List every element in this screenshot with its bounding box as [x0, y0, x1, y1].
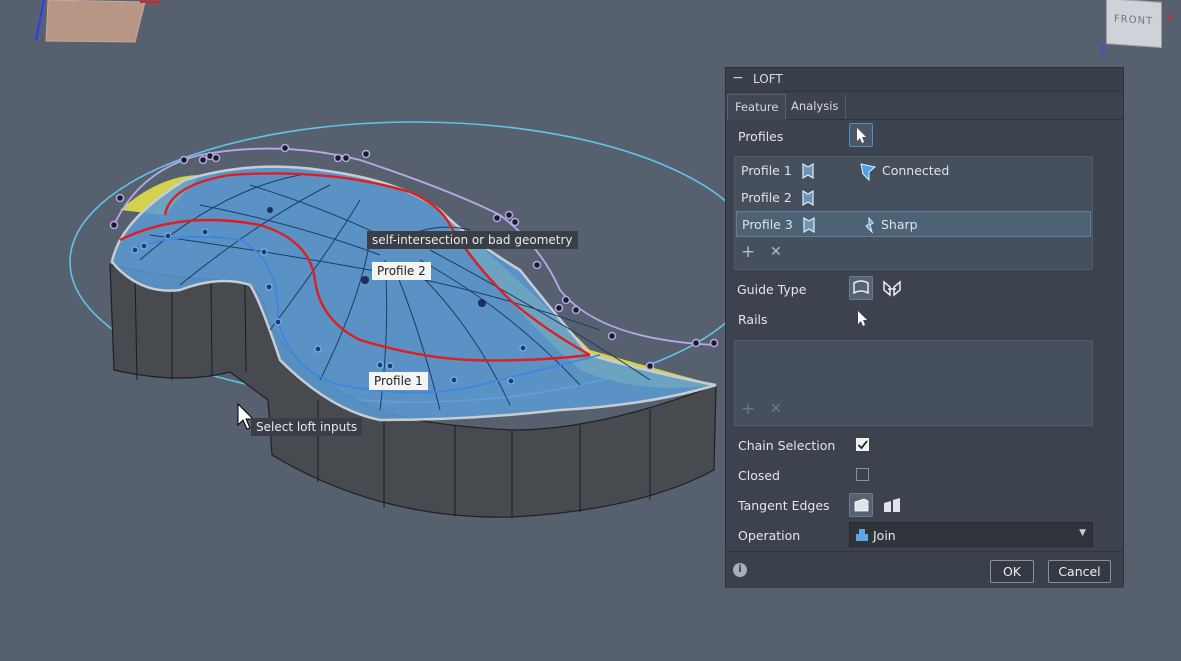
rails-select-button[interactable] [852, 308, 874, 333]
profile-condition: Sharp [881, 217, 918, 232]
point-selection-icon[interactable] [798, 188, 818, 208]
guide-type-rails-button[interactable] [849, 276, 873, 300]
remove-profile-button[interactable]: ✕ [770, 244, 782, 260]
centerline-guide-icon [883, 280, 901, 297]
profiles-select-button[interactable] [849, 123, 873, 147]
connected-icon[interactable] [859, 160, 879, 182]
rails-guide-icon [853, 280, 869, 295]
dialog-footer: i OK Cancel [726, 551, 1123, 588]
join-icon [856, 529, 868, 541]
profile-row-3[interactable]: Profile 3 Sharp [736, 211, 1091, 237]
profiles-label: Profiles [738, 129, 784, 144]
dialog-title: LOFT [753, 72, 783, 86]
cursor-hint-tooltip: Select loft inputs [251, 418, 363, 436]
merge-tangent-icon [854, 498, 869, 512]
tangent-edges-label: Tangent Edges [738, 498, 830, 513]
profile-row-1[interactable]: Profile 1 Connected [736, 158, 1091, 184]
ok-button[interactable]: OK [990, 560, 1034, 583]
add-rail-button[interactable]: + [741, 399, 755, 419]
chevron-down-icon: ▼ [1079, 528, 1086, 538]
minimize-button[interactable]: − [732, 70, 744, 86]
tab-feature[interactable]: Feature [727, 94, 787, 120]
origin-plane [45, 0, 146, 43]
tangent-edges-merge-button[interactable] [849, 493, 873, 517]
profile-row-label: Profile 3 [742, 217, 793, 232]
loft-dialog: − LOFT Feature Analysis Profiles Profile… [725, 67, 1124, 588]
profile-row-label: Profile 2 [741, 190, 792, 205]
closed-checkbox[interactable] [856, 468, 869, 481]
profile-row-2[interactable]: Profile 2 [736, 185, 1091, 211]
dialog-header: − LOFT [726, 68, 1123, 92]
sharp-icon[interactable] [860, 214, 880, 236]
profile-1-tag[interactable]: Profile 1 [369, 372, 428, 390]
tab-analysis[interactable]: Analysis [784, 94, 847, 119]
dialog-tabs: Feature Analysis [726, 92, 1123, 120]
chain-selection-label: Chain Selection [738, 438, 836, 453]
viewcube-face-label: FRONT [1114, 13, 1154, 28]
rails-list: + ✕ [734, 340, 1093, 426]
operation-label: Operation [738, 528, 801, 543]
remove-rail-button[interactable]: ✕ [770, 401, 782, 417]
error-tooltip: self-intersection or bad geometry [367, 231, 578, 249]
closed-label: Closed [738, 468, 780, 483]
profile-row-label: Profile 1 [741, 163, 792, 178]
info-glyph: i [738, 564, 742, 575]
chain-selection-checkbox[interactable] [856, 438, 869, 451]
profile-2-tag[interactable]: Profile 2 [372, 262, 431, 280]
guide-type-label: Guide Type [737, 282, 807, 297]
guide-type-centerline-button[interactable] [881, 278, 903, 303]
tangent-edges-keep-button[interactable] [881, 495, 903, 520]
viewcube-z-label: Z [1099, 43, 1107, 56]
add-profile-button[interactable]: + [741, 242, 755, 262]
operation-select[interactable]: Join ▼ [849, 522, 1093, 547]
pointer-icon [858, 311, 867, 326]
cancel-button[interactable]: Cancel [1048, 560, 1111, 583]
point-selection-icon[interactable] [798, 161, 818, 181]
info-icon[interactable]: i [733, 563, 747, 577]
profiles-list: Profile 1 Connected Profile 2 Profile 3 … [734, 156, 1093, 270]
pointer-icon [857, 128, 866, 143]
checkmark-icon [857, 440, 868, 450]
rails-label: Rails [738, 312, 768, 327]
viewcube[interactable]: FRONT [1106, 0, 1162, 48]
profile-condition: Connected [882, 163, 950, 178]
keep-tangent-icon [884, 498, 900, 512]
z-axis-line [35, 0, 45, 41]
point-selection-icon[interactable] [799, 215, 819, 235]
viewcube-x-label: X [1166, 13, 1173, 24]
operation-value: Join [873, 528, 896, 543]
